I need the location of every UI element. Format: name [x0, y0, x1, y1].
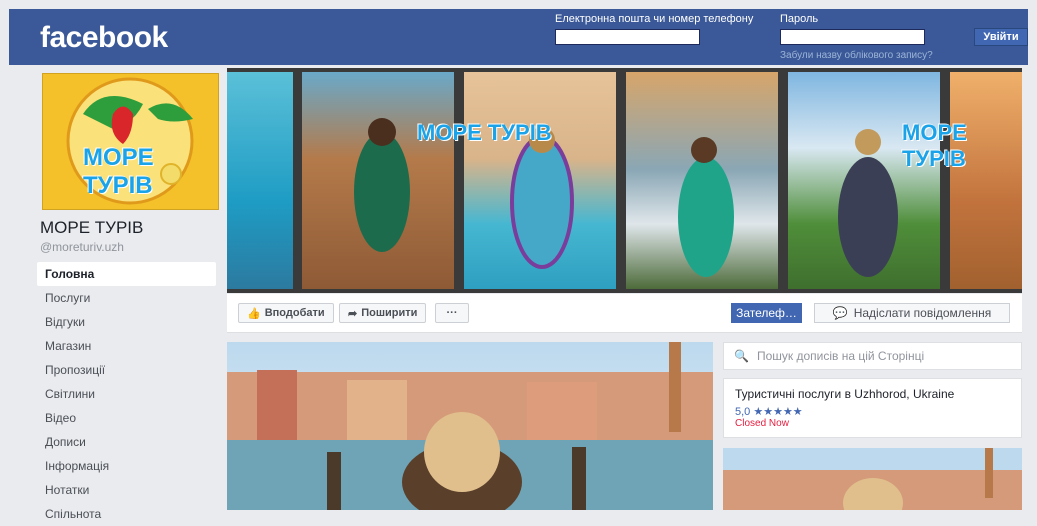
rating[interactable]: 5,0 ★★★★★ — [735, 405, 1010, 418]
nav-item-home[interactable]: Головна — [37, 262, 216, 286]
messenger-icon: 💬 — [832, 306, 848, 320]
password-label: Пароль — [780, 13, 819, 25]
top-navigation-bar: facebook Електронна пошта чи номер телеф… — [9, 9, 1028, 65]
nav-item-notes[interactable]: Нотатки — [37, 478, 216, 502]
email-label: Електронна пошта чи номер телефону — [555, 13, 754, 25]
like-label: Вподобати — [264, 307, 325, 319]
nav-item-community[interactable]: Спільнота — [37, 502, 216, 526]
rating-value: 5,0 — [735, 406, 751, 418]
forgot-account-link[interactable]: Забули назву облікового запису? — [780, 50, 933, 61]
nav-item-offers[interactable]: Пропозиції — [37, 358, 216, 382]
nav-item-reviews[interactable]: Відгуки — [37, 310, 216, 334]
photo-thumbnail[interactable] — [723, 448, 1022, 510]
page-title[interactable]: МОРЕ ТУРІВ — [40, 218, 143, 238]
nav-item-photos[interactable]: Світлини — [37, 382, 216, 406]
post-image[interactable] — [227, 342, 713, 510]
page-info-card: Туристичні послуги в Uzhhorod, Ukraine 5… — [723, 378, 1022, 438]
nav-item-services[interactable]: Послуги — [37, 286, 216, 310]
send-message-button[interactable]: 💬 Надіслати повідомлення — [814, 303, 1010, 323]
facebook-logo[interactable]: facebook — [40, 21, 168, 55]
send-message-label: Надіслати повідомлення — [853, 306, 992, 320]
nav-item-shop[interactable]: Магазин — [37, 334, 216, 358]
cover-logo-left: МОРЕ ТУРІВ — [417, 120, 552, 145]
nav-item-posts[interactable]: Дописи — [37, 430, 216, 454]
share-arrow-icon: ➦ — [348, 307, 358, 320]
login-button[interactable]: Увійти — [974, 28, 1028, 46]
cover-panel-2 — [302, 72, 454, 289]
cover-panel-6 — [950, 72, 1022, 289]
search-posts-input[interactable]: 🔍 Пошук дописів на цій Сторінці — [723, 342, 1022, 370]
cover-panel-1 — [227, 72, 293, 289]
email-field[interactable] — [555, 29, 700, 45]
page-avatar[interactable]: МОРЕ ТУРІВ — [42, 73, 219, 210]
page-navigation: Головна Послуги Відгуки Магазин Пропозиц… — [37, 262, 216, 526]
share-label: Поширити — [361, 307, 418, 319]
search-icon: 🔍 — [734, 349, 749, 363]
nav-item-videos[interactable]: Відео — [37, 406, 216, 430]
business-category[interactable]: Туристичні послуги в Uzhhorod, Ukraine — [735, 387, 1010, 401]
page-action-bar: 👍 Вподобати ➦ Поширити ··· Зателеф… 💬 На… — [227, 294, 1022, 333]
share-button[interactable]: ➦ Поширити — [339, 303, 427, 323]
call-button[interactable]: Зателеф… — [731, 303, 802, 323]
password-field[interactable] — [780, 29, 925, 45]
more-options-button[interactable]: ··· — [435, 303, 469, 323]
cover-panel-4 — [626, 72, 778, 289]
like-button[interactable]: 👍 Вподобати — [238, 303, 334, 323]
star-rating-icon: ★★★★★ — [753, 406, 803, 418]
cover-logo-right: МОРЕ ТУРІВ — [902, 120, 967, 171]
thumbs-up-icon: 👍 — [247, 307, 261, 320]
search-placeholder: Пошук дописів на цій Сторінці — [756, 349, 925, 363]
page-username[interactable]: @moreturiv.uzh — [40, 240, 124, 254]
status-badge: Closed Now — [735, 418, 789, 429]
cover-panel-3 — [464, 72, 616, 289]
avatar-logo-text: МОРЕ ТУРІВ — [83, 144, 154, 199]
nav-item-about[interactable]: Інформація — [37, 454, 216, 478]
cover-panel-5 — [788, 72, 940, 289]
cover-photo[interactable]: МОРЕ ТУРІВ МОРЕ ТУРІВ — [227, 68, 1022, 293]
